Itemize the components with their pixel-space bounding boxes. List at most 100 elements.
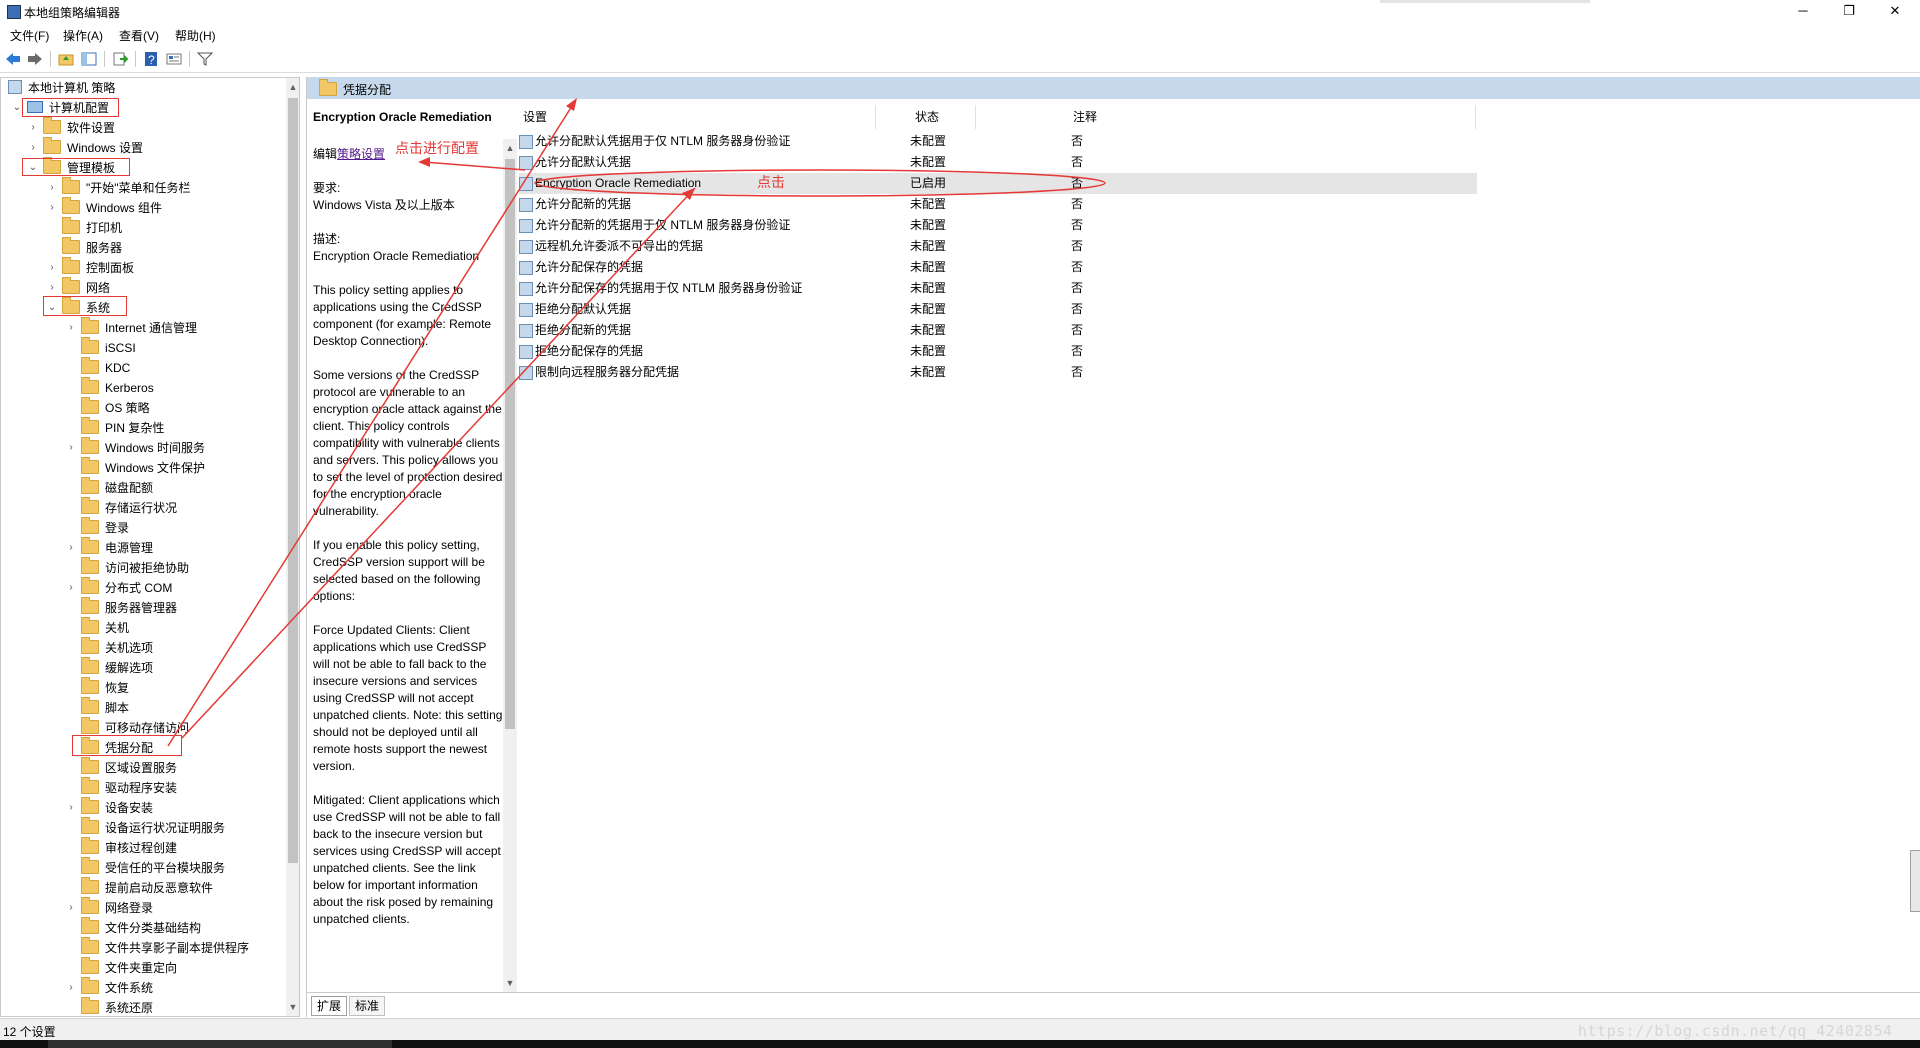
- export-list-icon[interactable]: [111, 50, 129, 68]
- tree-system-child[interactable]: 文件分类基础结构: [81, 917, 201, 938]
- tree-system-child[interactable]: 受信任的平台模块服务: [81, 857, 225, 878]
- edit-policy-link[interactable]: 策略设置: [337, 147, 385, 161]
- tree-system-child[interactable]: 恢复: [81, 677, 129, 698]
- tree-system-child[interactable]: › 电源管理: [69, 537, 153, 558]
- properties-icon[interactable]: [165, 50, 183, 68]
- back-arrow-icon[interactable]: [4, 50, 22, 68]
- minimize-button[interactable]: ─: [1780, 0, 1826, 24]
- show-hide-tree-icon[interactable]: [80, 50, 98, 68]
- scrollbar-thumb[interactable]: [288, 98, 298, 863]
- tree-root[interactable]: 本地计算机 策略: [8, 78, 115, 98]
- tree-system-child[interactable]: 审核过程创建: [81, 837, 177, 858]
- tree-system-child[interactable]: 服务器管理器: [81, 597, 177, 618]
- menu-file[interactable]: 文件(F): [10, 27, 49, 44]
- tree-system-child[interactable]: › Windows 时间服务: [69, 437, 205, 458]
- table-row[interactable]: 允许分配默认凭据用于仅 NTLM 服务器身份验证 未配置 否: [519, 131, 1477, 152]
- tree-system-child[interactable]: › 网络登录: [69, 897, 153, 918]
- chevron-right-icon[interactable]: ›: [46, 178, 58, 198]
- tree-system-child[interactable]: 文件共享影子副本提供程序: [81, 937, 249, 958]
- tree-system-child[interactable]: iSCSI: [81, 337, 136, 358]
- tree-system-child[interactable]: 缓解选项: [81, 657, 153, 678]
- tree-system-child[interactable]: 文件夹重定向: [81, 957, 177, 978]
- help-icon[interactable]: ?: [142, 50, 160, 68]
- scrollbar-thumb[interactable]: [505, 159, 515, 729]
- table-row[interactable]: 拒绝分配保存的凭据 未配置 否: [519, 341, 1477, 362]
- folder-icon: [62, 197, 80, 214]
- column-setting[interactable]: 设置: [523, 105, 547, 129]
- scroll-down-icon[interactable]: ▼: [286, 1000, 299, 1014]
- tree-system-child[interactable]: 系统还原: [81, 997, 153, 1016]
- folder-title: 凭据分配: [343, 83, 392, 97]
- menu-view[interactable]: 查看(V): [119, 27, 159, 44]
- tree-windows-settings[interactable]: › Windows 设置: [31, 137, 143, 158]
- tree-system-child[interactable]: 登录: [81, 517, 129, 538]
- table-row[interactable]: 允许分配保存的凭据用于仅 NTLM 服务器身份验证 未配置 否: [519, 278, 1477, 299]
- tree-system-child[interactable]: KDC: [81, 357, 130, 378]
- forward-arrow-icon[interactable]: [26, 50, 44, 68]
- tree-system-child[interactable]: 提前启动反恶意软件: [81, 877, 213, 898]
- tab-standard[interactable]: 标准: [349, 996, 386, 1016]
- chevron-right-icon[interactable]: ›: [65, 798, 77, 818]
- chevron-right-icon[interactable]: ›: [65, 318, 77, 338]
- tree-system-child[interactable]: › 分布式 COM: [69, 577, 172, 598]
- chevron-right-icon[interactable]: ›: [65, 538, 77, 558]
- description-title: Encryption Oracle Remediation: [313, 110, 492, 124]
- table-row[interactable]: 拒绝分配默认凭据 未配置 否: [519, 299, 1477, 320]
- table-row[interactable]: 限制向远程服务器分配凭据 未配置 否: [519, 362, 1477, 383]
- menu-help[interactable]: 帮助(H): [175, 27, 216, 44]
- close-button[interactable]: ✕: [1872, 0, 1918, 24]
- tree-system-child[interactable]: 存储运行状况: [81, 497, 177, 518]
- table-row[interactable]: 远程机允许委派不可导出的凭据 未配置 否: [519, 236, 1477, 257]
- column-comment[interactable]: 注释: [1073, 105, 1097, 129]
- chevron-right-icon[interactable]: ›: [65, 578, 77, 598]
- tree-printers[interactable]: 打印机: [62, 217, 122, 238]
- chevron-right-icon[interactable]: ›: [27, 118, 39, 138]
- filter-icon[interactable]: [196, 50, 214, 68]
- table-row[interactable]: 允许分配默认凭据 未配置 否: [519, 152, 1477, 173]
- tree-system-child[interactable]: 驱动程序安装: [81, 777, 177, 798]
- tree-system-child[interactable]: PIN 复杂性: [81, 417, 164, 438]
- tree-windows-components[interactable]: › Windows 组件: [50, 197, 162, 218]
- tree-system-child[interactable]: 关机选项: [81, 637, 153, 658]
- tree-control-panel[interactable]: › 控制面板: [50, 257, 134, 278]
- up-folder-icon[interactable]: [57, 50, 75, 68]
- tree-system-child[interactable]: 访问被拒绝协助: [81, 557, 189, 578]
- tree-servers[interactable]: 服务器: [62, 237, 122, 258]
- tree-software-settings[interactable]: › 软件设置: [31, 117, 115, 138]
- chevron-right-icon[interactable]: ›: [27, 138, 39, 158]
- folder-icon: [81, 377, 99, 394]
- tree-system-child[interactable]: › 设备安装: [69, 797, 153, 818]
- chevron-right-icon[interactable]: ›: [65, 978, 77, 998]
- table-row[interactable]: 允许分配保存的凭据 未配置 否: [519, 257, 1477, 278]
- chevron-right-icon[interactable]: ›: [65, 438, 77, 458]
- tree-system-child[interactable]: OS 策略: [81, 397, 150, 418]
- tree-system-child[interactable]: Kerberos: [81, 377, 154, 398]
- tree-system-child[interactable]: 区域设置服务: [81, 757, 177, 778]
- chevron-right-icon[interactable]: ›: [65, 898, 77, 918]
- tree-start-menu[interactable]: › "开始"菜单和任务栏: [50, 177, 191, 198]
- scroll-down-icon[interactable]: ▼: [503, 976, 517, 990]
- scroll-up-icon[interactable]: ▲: [286, 80, 299, 94]
- tree-system-child[interactable]: › Internet 通信管理: [69, 317, 197, 338]
- chevron-right-icon[interactable]: ›: [46, 258, 58, 278]
- tree-scrollbar[interactable]: ▲ ▼: [286, 78, 299, 1016]
- tree-system-child[interactable]: 关机: [81, 617, 129, 638]
- chevron-right-icon[interactable]: ›: [46, 278, 58, 298]
- tree-network[interactable]: › 网络: [50, 277, 110, 298]
- table-row[interactable]: 允许分配新的凭据用于仅 NTLM 服务器身份验证 未配置 否: [519, 215, 1477, 236]
- table-row[interactable]: 拒绝分配新的凭据 未配置 否: [519, 320, 1477, 341]
- tree-system-child[interactable]: 脚本: [81, 697, 129, 718]
- maximize-button[interactable]: ❐: [1826, 0, 1872, 24]
- tree-system-child[interactable]: Windows 文件保护: [81, 457, 205, 478]
- scroll-up-icon[interactable]: ▲: [503, 141, 517, 155]
- chevron-right-icon[interactable]: ›: [46, 198, 58, 218]
- description-scrollbar[interactable]: ▲ ▼: [503, 139, 517, 992]
- menu-action[interactable]: 操作(A): [63, 27, 103, 44]
- column-state[interactable]: 状态: [915, 105, 939, 129]
- table-row[interactable]: 允许分配新的凭据 未配置 否: [519, 194, 1477, 215]
- tree-system-child[interactable]: 设备运行状况证明服务: [81, 817, 225, 838]
- tab-extended[interactable]: 扩展: [311, 996, 348, 1016]
- tree-system-child[interactable]: 磁盘配额: [81, 477, 153, 498]
- table-row[interactable]: Encryption Oracle Remediation 已启用 否: [519, 173, 1477, 194]
- tree-system-child[interactable]: › 文件系统: [69, 977, 153, 998]
